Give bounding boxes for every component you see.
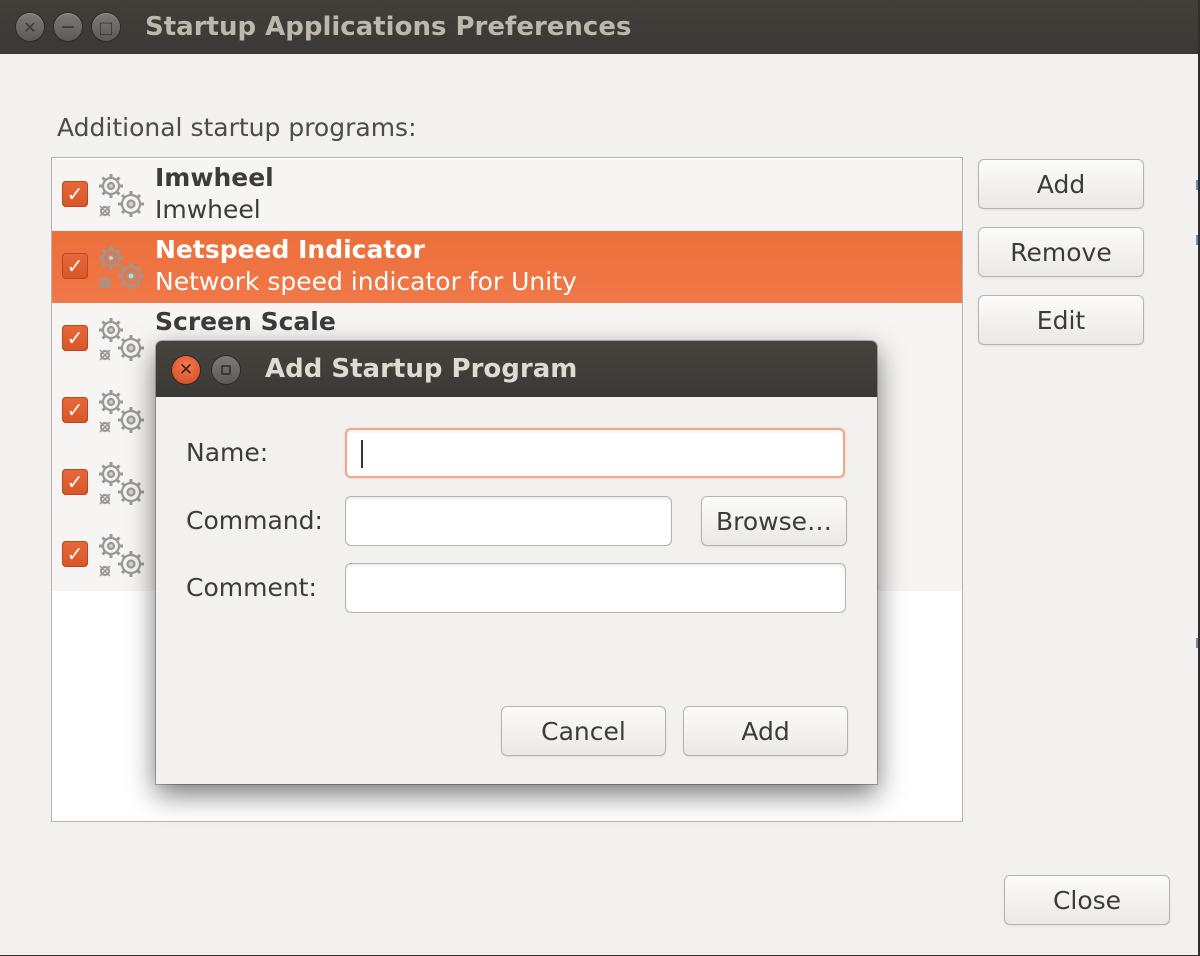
checkmark-icon: ✓ xyxy=(66,470,84,494)
command-field[interactable] xyxy=(345,496,672,546)
maximize-icon: □ xyxy=(98,17,114,37)
browse-button[interactable]: Browse… xyxy=(701,496,847,546)
program-title: Imwheel xyxy=(155,163,274,192)
edge-marker xyxy=(1196,235,1198,245)
program-row[interactable]: ✓ Netspeed Indicator Network speed indica… xyxy=(52,231,962,303)
close-icon: ✕ xyxy=(178,360,194,380)
program-subtitle: Imwheel xyxy=(155,195,261,224)
gears-icon xyxy=(96,173,148,221)
enabled-checkbox[interactable]: ✓ xyxy=(62,397,88,423)
gears-icon xyxy=(96,533,148,581)
enabled-checkbox[interactable]: ✓ xyxy=(62,181,88,207)
edit-button[interactable]: Edit xyxy=(978,295,1144,345)
comment-label: Comment: xyxy=(186,573,317,602)
maximize-icon xyxy=(221,365,231,375)
dialog-titlebar[interactable]: ✕ Add Startup Program xyxy=(156,341,877,397)
name-field[interactable] xyxy=(345,428,845,478)
dialog-close-button[interactable]: ✕ xyxy=(172,356,200,384)
checkmark-icon: ✓ xyxy=(66,254,84,278)
edge-marker xyxy=(1196,180,1198,190)
gears-icon xyxy=(96,389,148,437)
program-title: Netspeed Indicator xyxy=(155,235,425,264)
close-button[interactable]: Close xyxy=(1004,875,1170,925)
checkmark-icon: ✓ xyxy=(66,542,84,566)
window-close-button[interactable]: ✕ xyxy=(16,13,44,41)
gears-icon xyxy=(96,245,148,293)
gears-icon xyxy=(96,317,148,365)
checkmark-icon: ✓ xyxy=(66,182,84,206)
enabled-checkbox[interactable]: ✓ xyxy=(62,541,88,567)
program-row[interactable]: ✓ Imwheel Imwheel xyxy=(52,159,962,231)
enabled-checkbox[interactable]: ✓ xyxy=(62,325,88,351)
text-caret xyxy=(361,440,363,468)
window-maximize-button[interactable]: □ xyxy=(92,13,120,41)
gears-icon xyxy=(96,461,148,509)
window-titlebar[interactable]: ✕ — □ Startup Applications Preferences xyxy=(0,0,1198,54)
comment-field[interactable] xyxy=(345,563,846,613)
edge-marker xyxy=(1196,638,1198,648)
dialog-title: Add Startup Program xyxy=(265,354,578,384)
minimize-icon: — xyxy=(61,19,75,35)
command-label: Command: xyxy=(186,506,323,535)
add-startup-program-dialog: ✕ Add Startup Program Name: Command: Bro… xyxy=(156,341,877,784)
cancel-button[interactable]: Cancel xyxy=(501,706,666,756)
program-title: Screen Scale xyxy=(155,307,336,336)
enabled-checkbox[interactable]: ✓ xyxy=(62,469,88,495)
window-minimize-button[interactable]: — xyxy=(54,13,82,41)
checkmark-icon: ✓ xyxy=(66,326,84,350)
close-icon: ✕ xyxy=(23,17,37,37)
remove-button[interactable]: Remove xyxy=(978,227,1144,277)
dialog-add-button[interactable]: Add xyxy=(683,706,848,756)
section-label: Additional startup programs: xyxy=(57,113,417,142)
dialog-maximize-button[interactable] xyxy=(212,356,240,384)
checkmark-icon: ✓ xyxy=(66,398,84,422)
enabled-checkbox[interactable]: ✓ xyxy=(62,253,88,279)
program-subtitle: Network speed indicator for Unity xyxy=(155,267,577,296)
window-title: Startup Applications Preferences xyxy=(145,12,632,42)
name-label: Name: xyxy=(186,438,269,467)
add-button[interactable]: Add xyxy=(978,159,1144,209)
